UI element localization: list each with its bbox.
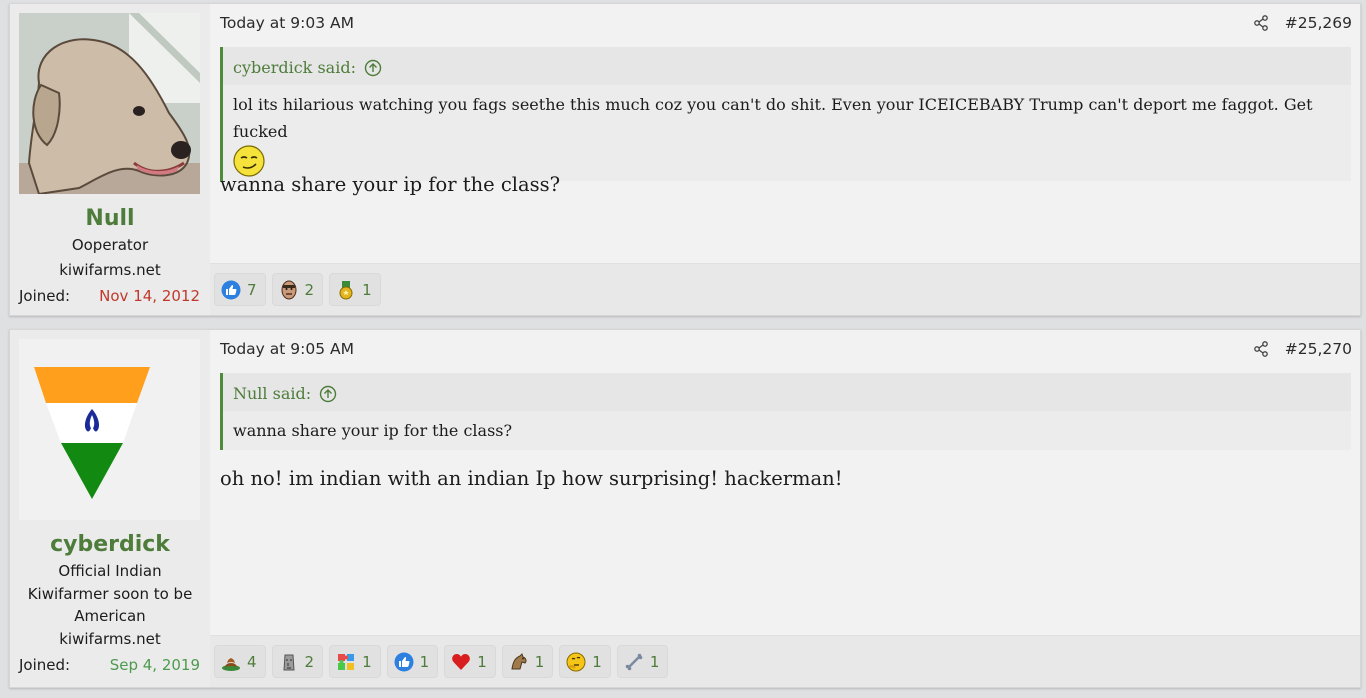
reaction-count: 1: [592, 652, 602, 671]
reaction-count: 1: [419, 652, 430, 671]
avatar[interactable]: [19, 13, 200, 194]
post-number[interactable]: #25,269: [1285, 14, 1352, 32]
joined-row: Joined: Nov 14, 2012: [19, 287, 200, 305]
post-timestamp[interactable]: Today at 9:05 AM: [220, 340, 354, 358]
post-meta: Today at 9:05 AM #25,270: [220, 340, 1352, 358]
reaction-count: 2: [304, 652, 315, 671]
post-number[interactable]: #25,270: [1285, 340, 1352, 358]
reaction-thinking[interactable]: 1: [559, 645, 611, 678]
moai-icon: [279, 652, 299, 672]
thumbs-up-icon: [394, 652, 414, 672]
user-title: Ooperator: [71, 236, 149, 254]
arrow-up-circle-icon[interactable]: [364, 59, 382, 77]
reaction-face[interactable]: 2: [271, 273, 324, 306]
user-title: Official Indian Kiwifarmer soon to be Am…: [27, 562, 193, 625]
bone-icon: [624, 652, 644, 672]
reaction-count: 1: [362, 652, 372, 671]
dung-icon: [221, 652, 241, 672]
joined-date: Nov 14, 2012: [99, 287, 200, 305]
reaction-count: 1: [649, 652, 660, 671]
joined-row: Joined: Sep 4, 2019: [19, 656, 200, 674]
quote-author[interactable]: cyberdick said:: [233, 58, 356, 77]
user-site: kiwifarms.net: [59, 630, 161, 648]
quote-header[interactable]: Null said:: [223, 373, 1351, 411]
share-icon[interactable]: [1253, 15, 1269, 31]
post: cyberdick Official Indian Kiwifarmer soo…: [9, 329, 1361, 688]
reaction-count: 1: [534, 652, 545, 671]
reaction-bone[interactable]: 1: [616, 645, 669, 678]
post-message: wanna share your ip for the class?: [220, 173, 561, 196]
quote-block: cyberdick said: lol its hilarious watchi…: [220, 47, 1351, 181]
reaction-count: 2: [304, 280, 315, 299]
medal-icon: [336, 280, 356, 300]
quote-text: wanna share your ip for the class?: [233, 421, 513, 440]
reaction-count: 4: [247, 652, 257, 671]
quote-author[interactable]: Null said:: [233, 384, 311, 403]
quote-block: Null said: wanna share your ip for the c…: [220, 373, 1351, 450]
post-message: oh no! im indian with an indian Ip how s…: [220, 467, 843, 490]
reaction-puzzle[interactable]: 1: [329, 645, 381, 678]
post-meta: Today at 9:03 AM #25,269: [220, 14, 1352, 32]
joined-label: Joined:: [19, 656, 71, 674]
puzzle-icon: [336, 652, 356, 672]
joined-date: Sep 4, 2019: [109, 656, 200, 674]
avatar[interactable]: [19, 339, 200, 520]
quote-content: wanna share your ip for the class?: [223, 411, 1351, 450]
post: Null Ooperator kiwifarms.net Joined: Nov…: [9, 3, 1361, 316]
reaction-moai[interactable]: 2: [271, 645, 324, 678]
reaction-thumbs-up[interactable]: 7: [214, 273, 266, 306]
heart-icon: [451, 652, 471, 672]
quote-content: lol its hilarious watching you fags seet…: [223, 85, 1351, 181]
arrow-up-circle-icon[interactable]: [319, 385, 337, 403]
horse-icon: [509, 652, 529, 672]
thinking-icon: [566, 652, 586, 672]
user-panel: Null Ooperator kiwifarms.net Joined: Nov…: [10, 4, 210, 315]
post-body: Today at 9:05 AM #25,270 Null said: wann…: [210, 330, 1360, 687]
reaction-count: 1: [362, 280, 372, 299]
quote-text: lol its hilarious watching you fags seet…: [233, 95, 1313, 141]
reaction-count: 7: [247, 280, 257, 299]
reaction-horse[interactable]: 1: [501, 645, 554, 678]
dog-avatar-icon: [19, 13, 200, 194]
thumbs-up-icon: [221, 280, 241, 300]
reaction-heart[interactable]: 1: [444, 645, 496, 678]
joined-label: Joined:: [19, 287, 71, 305]
user-panel: cyberdick Official Indian Kiwifarmer soo…: [10, 330, 210, 687]
reaction-dung[interactable]: 4: [214, 645, 266, 678]
reaction-thumbs-up[interactable]: 1: [386, 645, 439, 678]
post-timestamp[interactable]: Today at 9:03 AM: [220, 14, 354, 32]
username[interactable]: cyberdick: [10, 532, 210, 557]
smirk-emoji-row: [233, 145, 1341, 177]
reactions-bar: 4 2 1 1 1 1 1 1: [210, 635, 1360, 687]
post-body: Today at 9:03 AM #25,269 cyberdick said:…: [210, 4, 1360, 315]
reactions-bar: 7 2 1: [210, 263, 1360, 315]
face-icon: [279, 280, 299, 300]
share-icon[interactable]: [1253, 341, 1269, 357]
quote-header[interactable]: cyberdick said:: [223, 47, 1351, 85]
reaction-count: 1: [477, 652, 487, 671]
user-site: kiwifarms.net: [59, 261, 161, 279]
reaction-medal[interactable]: 1: [329, 273, 381, 306]
india-flag-triangle-avatar-icon: [19, 339, 200, 520]
username[interactable]: Null: [10, 206, 210, 231]
